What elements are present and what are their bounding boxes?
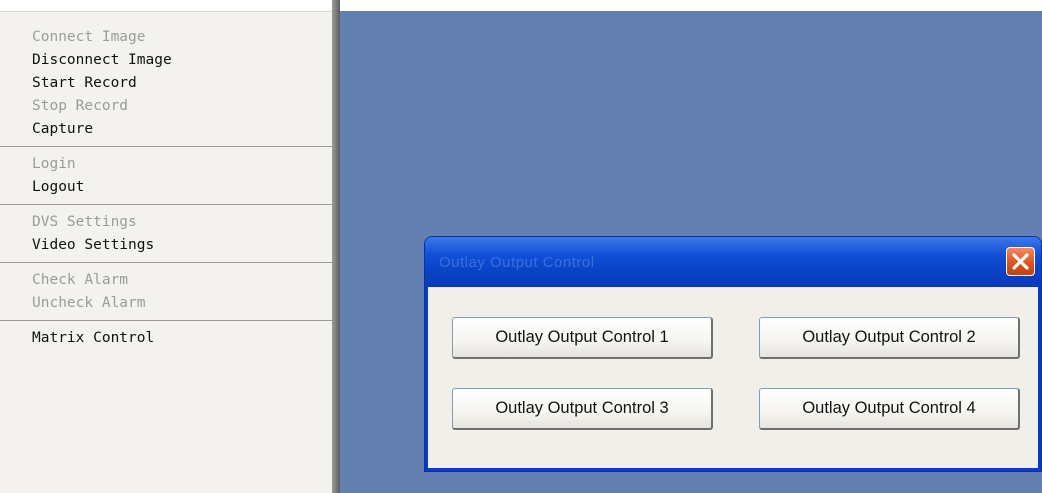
menu-item-connect-image: Connect Image — [32, 29, 146, 45]
menu-item-matrix-control[interactable]: Matrix Control — [32, 327, 332, 350]
menu-group-session: Login Logout — [0, 153, 332, 199]
menu-group-matrix: Matrix Control — [0, 327, 332, 350]
menu-item-video-settings[interactable]: Video Settings — [32, 234, 332, 257]
menu-item-disconnect-image[interactable]: Disconnect Image — [32, 49, 332, 72]
menu-group-settings: DVS Settings Video Settings — [0, 211, 332, 257]
menu-item-capture[interactable]: Capture — [32, 118, 332, 141]
menu-group-image: Connect Image Disconnect Image Start Rec… — [0, 26, 332, 141]
dialog-title: Outlay Output Control — [439, 254, 595, 271]
dialog-body: Outlay Output Control 1 Outlay Output Co… — [428, 287, 1038, 468]
menu-item-stop-record: Stop Record — [32, 98, 129, 114]
menu-item-start-record[interactable]: Start Record — [32, 72, 332, 95]
outlay-output-dialog: Outlay Output Control Outlay Output Cont… — [424, 236, 1042, 472]
menu-edge — [332, 0, 340, 493]
menu-item-uncheck-alarm: Uncheck Alarm — [32, 295, 146, 311]
menu-separator — [0, 262, 332, 263]
menu-item-login: Login — [32, 156, 76, 172]
menu-separator — [0, 204, 332, 205]
menu-separator — [0, 320, 332, 321]
menu-item-dvs-settings: DVS Settings — [32, 214, 137, 230]
menu-group-alarm: Check Alarm Uncheck Alarm — [0, 269, 332, 315]
menu-separator — [0, 146, 332, 147]
dialog-titlebar[interactable]: Outlay Output Control — [425, 237, 1041, 287]
context-menu: Connect Image Disconnect Image Start Rec… — [0, 11, 332, 493]
outlay-output-control-2-button[interactable]: Outlay Output Control 2 — [759, 317, 1020, 359]
menu-item-check-alarm: Check Alarm — [32, 272, 129, 288]
outlay-output-control-3-button[interactable]: Outlay Output Control 3 — [452, 388, 713, 430]
menu-item-logout[interactable]: Logout — [32, 176, 332, 199]
outlay-output-control-1-button[interactable]: Outlay Output Control 1 — [452, 317, 713, 359]
close-x-icon — [1012, 253, 1029, 270]
close-button[interactable] — [1006, 247, 1035, 276]
outlay-output-control-4-button[interactable]: Outlay Output Control 4 — [759, 388, 1020, 430]
